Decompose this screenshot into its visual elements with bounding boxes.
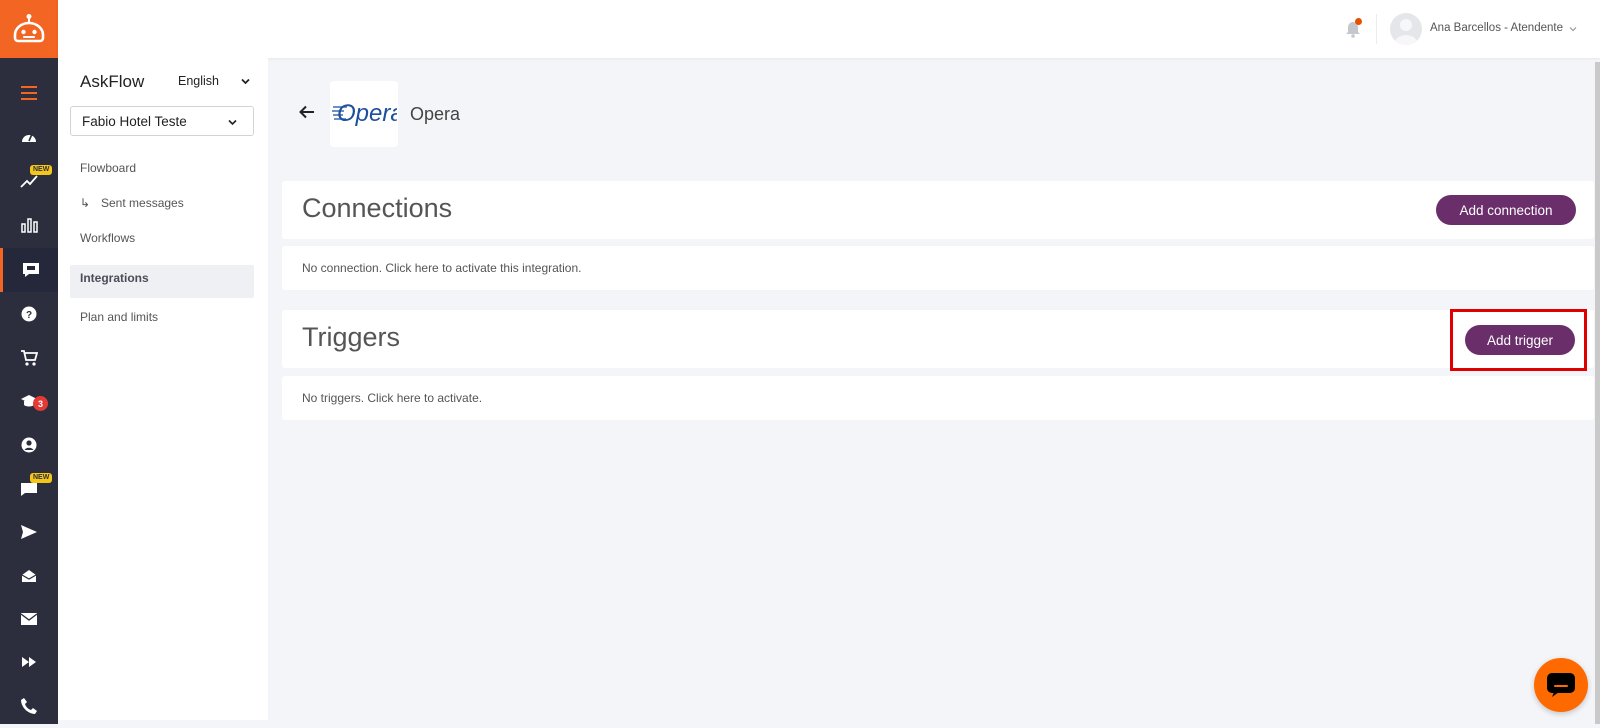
- rail-send[interactable]: [0, 510, 58, 554]
- phone-icon: [21, 698, 37, 714]
- rail-chatbot[interactable]: [0, 248, 58, 292]
- rail-chat[interactable]: NEW: [0, 467, 58, 511]
- new-badge: NEW: [30, 473, 53, 483]
- rail-phone[interactable]: [0, 684, 58, 728]
- rail-academy[interactable]: 3: [0, 380, 58, 424]
- opera-logo: Opera: [330, 81, 398, 147]
- inbox-icon: [21, 570, 37, 582]
- chevron-down-icon[interactable]: [1568, 24, 1578, 34]
- rail-inbox[interactable]: [0, 554, 58, 598]
- chat-widget-button[interactable]: [1534, 658, 1588, 712]
- askflow-panel: AskFlow English Fabio Hotel Teste Flowbo…: [58, 58, 268, 720]
- mail-icon: [20, 613, 38, 625]
- notification-dot: [1355, 18, 1362, 25]
- nav-plan-and-limits[interactable]: Plan and limits: [80, 310, 158, 324]
- triggers-empty-card[interactable]: No triggers. Click here to activate.: [282, 376, 1594, 420]
- nav-integrations[interactable]: Integrations: [80, 271, 149, 285]
- cart-icon: [21, 350, 38, 366]
- language-select[interactable]: English: [178, 74, 219, 88]
- hotel-select-value: Fabio Hotel Teste: [82, 114, 187, 129]
- new-badge: NEW: [30, 165, 53, 175]
- left-rail: NEW ? 3 NEW: [0, 0, 58, 724]
- avatar[interactable]: [1390, 13, 1422, 45]
- hotel-select[interactable]: Fabio Hotel Teste: [70, 106, 254, 136]
- panel-title: AskFlow: [80, 72, 145, 91]
- user-name[interactable]: Ana Barcellos - Atendente: [1430, 22, 1563, 34]
- fast-forward-icon: [22, 657, 36, 667]
- nav-sent-messages[interactable]: Sent messages: [101, 196, 184, 210]
- connections-header: Connections Add connection: [282, 181, 1594, 239]
- notification-count-badge: 3: [33, 396, 48, 411]
- chat-bubble-icon: [1547, 673, 1575, 697]
- highlight-annotation: [1450, 309, 1587, 371]
- rail-help[interactable]: ?: [0, 292, 58, 336]
- connections-empty-card[interactable]: No connection. Click here to activate th…: [282, 246, 1594, 290]
- chevron-down-icon[interactable]: [240, 76, 251, 87]
- rail-forward[interactable]: [0, 640, 58, 684]
- triggers-title: Triggers: [302, 322, 401, 352]
- svg-text:?: ?: [26, 310, 32, 321]
- scrollbar[interactable]: [1595, 62, 1600, 724]
- rail-trending[interactable]: NEW: [0, 159, 58, 203]
- bar-chart-icon: [21, 218, 38, 233]
- opera-logo-icon: Opera: [332, 100, 397, 127]
- account-icon: [21, 437, 37, 453]
- logo-wordmark: Opera: [337, 100, 397, 127]
- chatbot-icon: [22, 263, 39, 277]
- connections-empty-message[interactable]: No connection. Click here to activate th…: [302, 261, 581, 275]
- topbar-divider: [1376, 14, 1377, 44]
- triggers-header: Triggers Add trigger: [282, 310, 1594, 368]
- rail-mail[interactable]: [0, 597, 58, 641]
- rail-reports[interactable]: [0, 203, 58, 247]
- connections-title: Connections: [302, 193, 453, 223]
- dashboard-icon: [22, 133, 36, 142]
- nav-flowboard[interactable]: Flowboard: [80, 161, 136, 175]
- menu-icon: [21, 86, 37, 100]
- app-logo[interactable]: [0, 0, 58, 58]
- rail-dashboard[interactable]: [0, 115, 58, 159]
- menu-button[interactable]: [0, 71, 58, 115]
- add-connection-button[interactable]: Add connection: [1436, 195, 1576, 225]
- rail-cart[interactable]: [0, 336, 58, 380]
- top-bar: [58, 0, 1600, 58]
- sub-item-arrow: ↳: [80, 196, 91, 210]
- chevron-down-icon: [228, 119, 237, 126]
- send-icon: [21, 525, 37, 539]
- back-arrow-icon[interactable]: [298, 103, 316, 121]
- help-icon: ?: [21, 306, 37, 322]
- nav-workflows[interactable]: Workflows: [80, 231, 135, 245]
- robot-icon: [13, 14, 45, 43]
- triggers-empty-message[interactable]: No triggers. Click here to activate.: [302, 391, 482, 405]
- integration-name: Opera: [410, 104, 461, 124]
- user-avatar-icon: [1394, 19, 1418, 45]
- rail-account[interactable]: [0, 423, 58, 467]
